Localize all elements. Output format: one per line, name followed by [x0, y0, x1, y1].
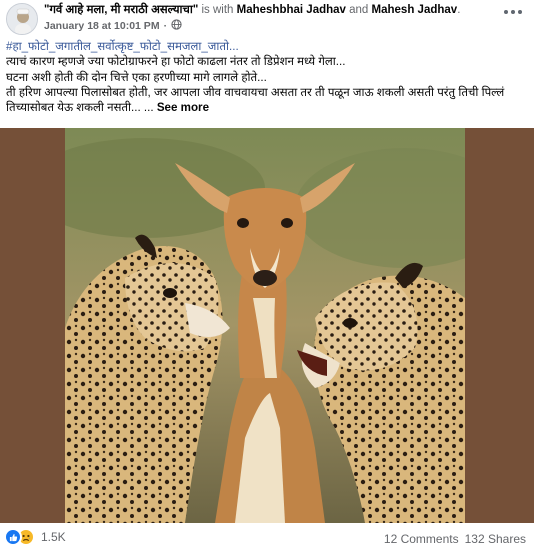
is-with-text: is with: [201, 4, 234, 16]
hashtag-link[interactable]: #हा_फोटो_जगातील_सर्वोत्कृष्ट_फोटो_समजला_…: [6, 39, 528, 54]
meta-separator: ·: [163, 20, 168, 32]
like-icon: [4, 528, 22, 546]
globe-icon: [171, 19, 182, 34]
post-meta: January 18 at 10:01 PM ·: [44, 19, 182, 34]
see-more-link[interactable]: See more: [157, 101, 209, 114]
post-footer: 1.5K 12 Comments 132 Shares: [0, 523, 534, 547]
photo-frame: [0, 128, 534, 523]
comments-count-link[interactable]: 12 Comments: [384, 532, 459, 546]
post-header: "गर्व आहे मला, मी मराठी असल्याचा" is wit…: [0, 0, 534, 38]
reactions-summary[interactable]: 1.5K: [4, 528, 66, 546]
post-text-line: ती हरिण आपल्या पिलासोबत होती, जर आपला जी…: [6, 85, 505, 99]
post-author-line: "गर्व आहे मला, मी मराठी असल्याचा" is wit…: [44, 3, 494, 18]
and-text: and: [349, 4, 369, 16]
period-text: .: [457, 4, 461, 16]
shares-count-link[interactable]: 132 Shares: [465, 532, 526, 546]
page-avatar[interactable]: [6, 3, 38, 35]
post-stats: 12 Comments 132 Shares: [384, 532, 526, 546]
cheetahs-impala-illustration: [65, 128, 465, 523]
tagged-person-link[interactable]: Mahesh Jadhav: [372, 4, 458, 16]
tagged-person-link[interactable]: Maheshbhai Jadhav: [237, 4, 346, 16]
post-text-line: तिच्यासोबत येऊ शकली नसती... ... See more: [6, 101, 210, 115]
page-name-link[interactable]: "गर्व आहे मला, मी मराठी असल्याचा": [44, 4, 198, 16]
post-photo[interactable]: [65, 128, 465, 523]
post-text: #हा_फोटो_जगातील_सर्वोत्कृष्ट_फोटो_समजला_…: [6, 39, 528, 115]
reaction-count: 1.5K: [41, 530, 66, 544]
post-text-line: घटना अशी होती की दोन चित्ते एका हरणीच्या…: [6, 70, 267, 84]
post-text-line: त्याचं कारण म्हणजे ज्या फोटोग्राफरने हा …: [6, 55, 346, 69]
post-timestamp[interactable]: January 18 at 10:01 PM: [44, 20, 160, 33]
more-options-icon[interactable]: [504, 6, 522, 18]
